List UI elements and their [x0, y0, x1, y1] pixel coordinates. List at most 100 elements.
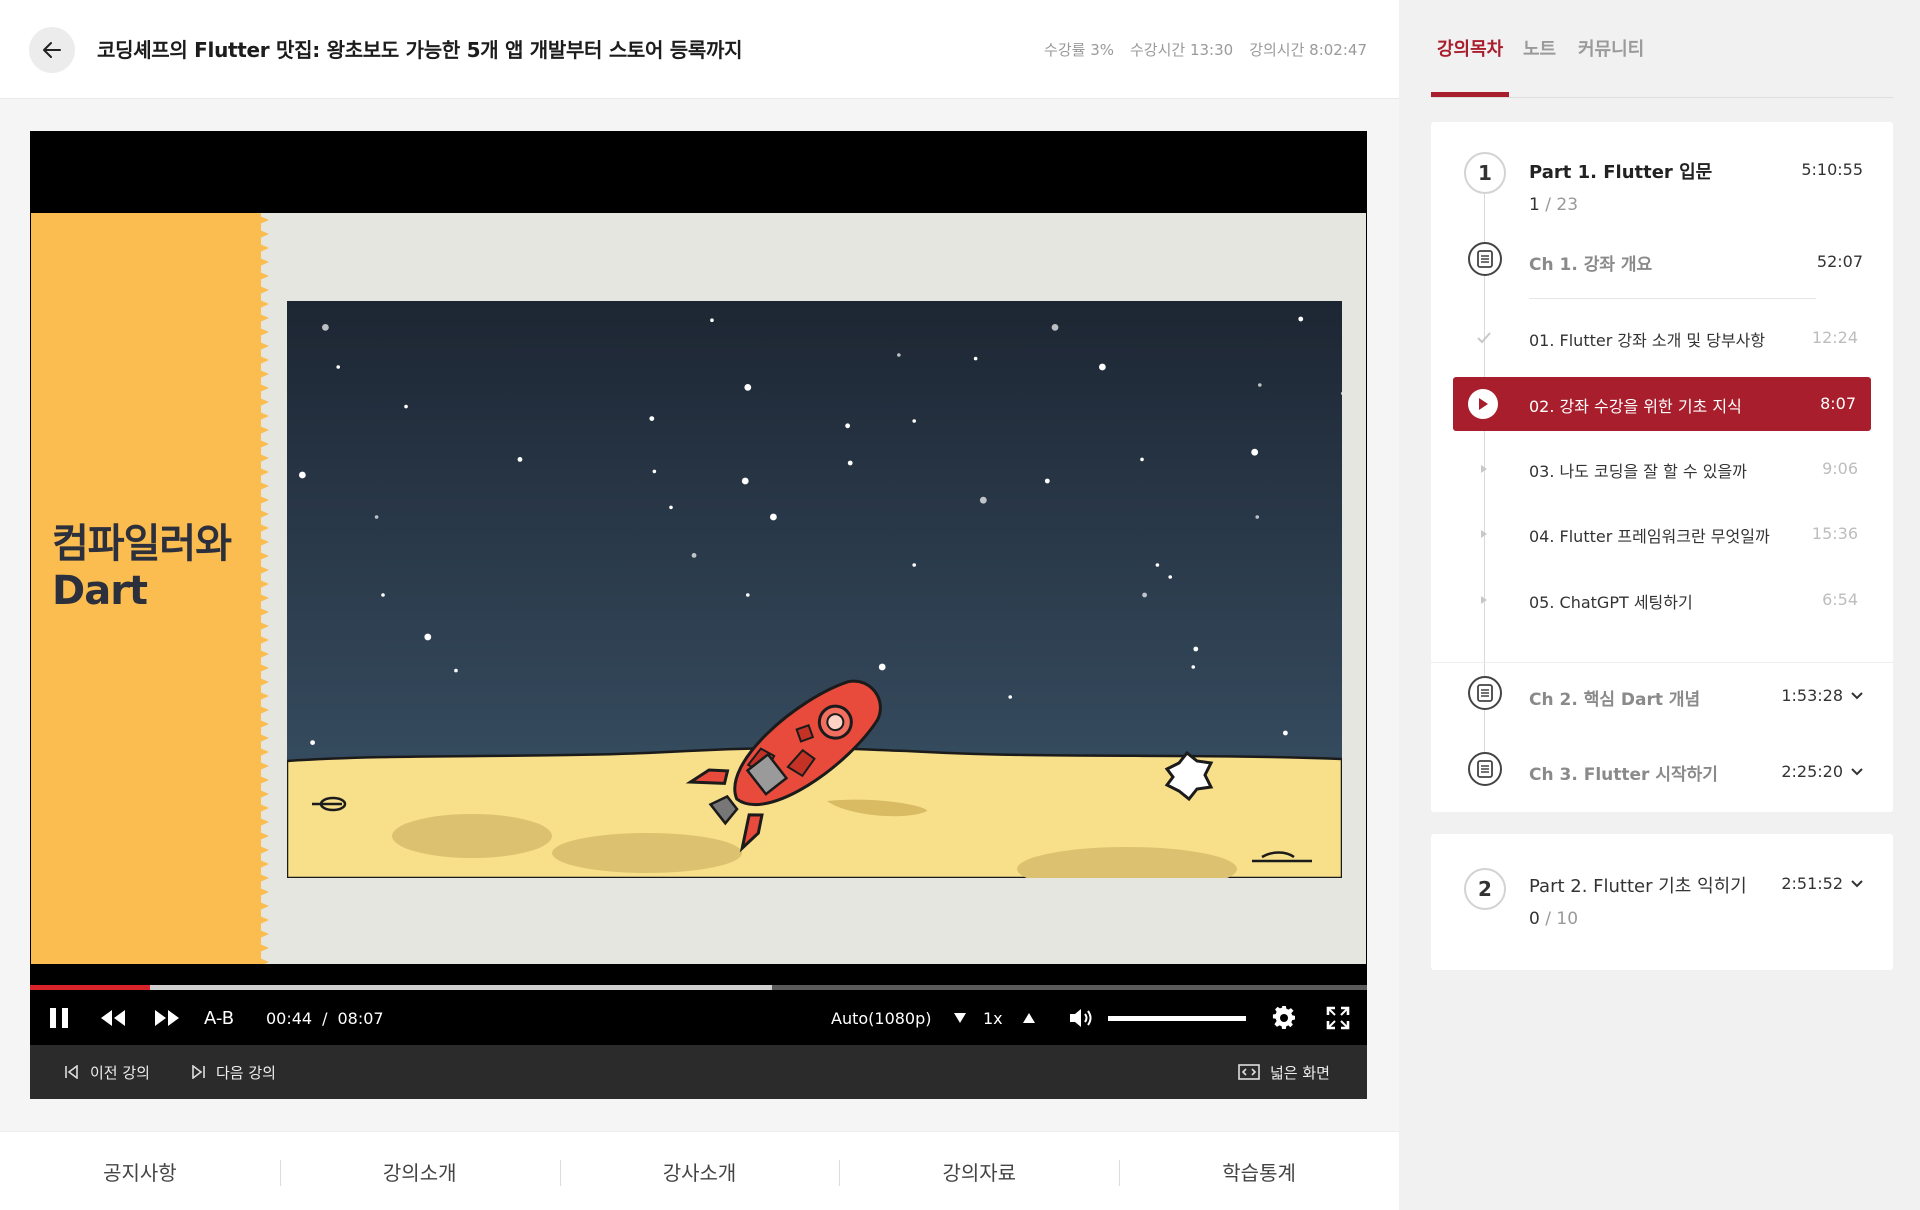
current-time: 00:44	[266, 1008, 313, 1028]
lesson-title: 04. Flutter 프레임워크란 무엇일까	[1529, 527, 1770, 546]
lesson-duration: 6:54	[1822, 590, 1858, 609]
chapter-3-duration[interactable]: 2:25:20	[1781, 762, 1863, 781]
star	[1191, 665, 1196, 669]
wide-screen-button[interactable]: 넓은 화면	[1238, 1045, 1330, 1099]
rewind-button[interactable]	[96, 1001, 130, 1035]
rewind-icon	[101, 1010, 125, 1026]
play-small-icon	[1476, 526, 1492, 542]
tab-course-materials[interactable]: 강의자료	[839, 1132, 1119, 1210]
part-number-badge: 2	[1464, 868, 1506, 910]
count-slash: /	[1545, 909, 1551, 929]
star	[1255, 515, 1260, 519]
lecture-time: 강의시간 8:02:47	[1249, 41, 1367, 59]
tab-notice[interactable]: 공지사항	[0, 1132, 280, 1210]
star	[310, 740, 315, 745]
part-progress-count: 1 / 23	[1529, 195, 1578, 215]
part-duration[interactable]: 2:51:52	[1781, 874, 1863, 893]
lesson-item[interactable]: 04. Flutter 프레임워크란 무엇일까 15:36	[1431, 508, 1893, 560]
total-count: 23	[1556, 195, 1579, 215]
completed-count: 1	[1529, 195, 1540, 215]
lesson-item[interactable]: 01. Flutter 강좌 소개 및 당부사항 12:24	[1431, 312, 1893, 364]
chapter-3-title[interactable]: Ch 3. Flutter 시작하기	[1529, 760, 1718, 785]
video-progress-bar[interactable]	[30, 983, 1367, 991]
skip-next-icon	[192, 1065, 205, 1079]
lesson-duration: 15:36	[1811, 524, 1858, 543]
back-button[interactable]	[29, 27, 75, 73]
volume-button[interactable]	[1066, 1001, 1096, 1035]
video-player[interactable]: 컴파일러와 Dart A-B 00:44 / 08:07 Auto(1080p)…	[30, 131, 1367, 1099]
pause-button[interactable]	[42, 1001, 76, 1035]
time-display: 00:44 / 08:07	[266, 1001, 384, 1035]
fast-forward-button[interactable]	[150, 1001, 184, 1035]
part-progress-count: 0 / 10	[1529, 909, 1578, 929]
fast-forward-icon	[155, 1010, 179, 1026]
watch-time: 수강시간 13:30	[1130, 41, 1234, 59]
tab-learning-stats[interactable]: 학습통계	[1119, 1132, 1399, 1210]
quality-selector[interactable]: Auto(1080p)	[831, 1001, 932, 1035]
star	[710, 318, 714, 322]
part-duration: 5:10:55	[1801, 160, 1863, 179]
ab-repeat-button[interactable]: A-B	[204, 1001, 234, 1035]
sidebar-tabs: 강의목차 노트 커뮤니티	[1431, 0, 1893, 98]
chapter-2-title[interactable]: Ch 2. 핵심 Dart 개념	[1529, 685, 1700, 710]
lesson-item[interactable]: 05. ChatGPT 세팅하기 6:54	[1431, 574, 1893, 626]
part-title[interactable]: Part 2. Flutter 기초 익히기	[1529, 872, 1747, 898]
volume-level	[1108, 1015, 1246, 1021]
fullscreen-button[interactable]	[1323, 1001, 1353, 1035]
part-2-duration-text: 2:51:52	[1781, 874, 1843, 893]
star	[1168, 575, 1172, 579]
pause-icon	[50, 1008, 68, 1028]
settings-button[interactable]	[1269, 1001, 1299, 1035]
chapter-1-title[interactable]: Ch 1. 강좌 개요	[1529, 250, 1652, 275]
lesson-duration: 8:07	[1820, 394, 1856, 413]
chapter-2-duration-text: 1:53:28	[1781, 686, 1843, 705]
tab-curriculum[interactable]: 강의목차	[1437, 35, 1503, 61]
time-separator: /	[322, 1008, 328, 1028]
prev-lecture-button[interactable]: 이전 강의	[64, 1045, 150, 1099]
star	[1283, 730, 1288, 736]
star	[298, 471, 306, 479]
star	[1140, 457, 1144, 462]
star	[746, 593, 750, 597]
course-title: 코딩셰프의 Flutter 맛집: 왕초보도 가능한 5개 앱 개발부터 스토어…	[97, 38, 743, 62]
star	[1193, 646, 1199, 652]
wide-screen-label: 넓은 화면	[1270, 1063, 1330, 1082]
count-slash: /	[1545, 195, 1551, 215]
next-lecture-label: 다음 강의	[216, 1063, 276, 1082]
star	[374, 515, 379, 519]
star	[454, 668, 458, 673]
tab-instructor-intro[interactable]: 강사소개	[559, 1132, 840, 1210]
star	[424, 633, 432, 641]
star	[649, 416, 655, 421]
next-lecture-button[interactable]: 다음 강의	[190, 1045, 276, 1099]
main-area: 코딩셰프의 Flutter 맛집: 왕초보도 가능한 5개 앱 개발부터 스토어…	[0, 0, 1399, 1210]
chapter-icon	[1468, 752, 1502, 786]
star	[973, 356, 978, 361]
speed-up-button[interactable]	[1017, 1001, 1041, 1035]
speed-down-button[interactable]	[948, 1001, 972, 1035]
lesson-duration: 9:06	[1822, 459, 1858, 478]
chapter-divider	[1529, 298, 1816, 299]
course-header: 코딩셰프의 Flutter 맛집: 왕초보도 가능한 5개 앱 개발부터 스토어…	[0, 0, 1399, 99]
gear-icon	[1272, 1006, 1295, 1029]
total-time: 08:07	[337, 1008, 384, 1028]
lesson-item[interactable]: 03. 나도 코딩을 잘 할 수 있을까 9:06	[1431, 443, 1893, 495]
star	[336, 365, 340, 369]
part-2-card[interactable]: 2 Part 2. Flutter 기초 익히기 2:51:52 0 / 10	[1431, 834, 1893, 970]
lesson-item-current[interactable]: 02. 강좌 수강을 위한 기초 지식 8:07	[1453, 377, 1871, 431]
part-title[interactable]: Part 1. Flutter 입문	[1529, 158, 1712, 184]
chapter-3-duration-text: 2:25:20	[1781, 762, 1843, 781]
tab-notes[interactable]: 노트	[1523, 35, 1556, 61]
chevron-down-icon	[1851, 879, 1863, 887]
tab-community[interactable]: 커뮤니티	[1578, 35, 1644, 61]
star	[652, 469, 657, 474]
lesson-duration: 12:24	[1811, 328, 1858, 347]
arrow-left-icon	[43, 42, 61, 58]
tab-course-intro[interactable]: 강의소개	[279, 1132, 560, 1210]
chapter-2-duration[interactable]: 1:53:28	[1781, 686, 1863, 705]
play-small-icon	[1476, 592, 1492, 608]
volume-slider[interactable]	[1108, 1001, 1246, 1035]
star	[1008, 695, 1012, 699]
triangle-down-icon	[954, 1013, 966, 1023]
video-frame[interactable]: 컴파일러와 Dart	[31, 213, 1366, 964]
